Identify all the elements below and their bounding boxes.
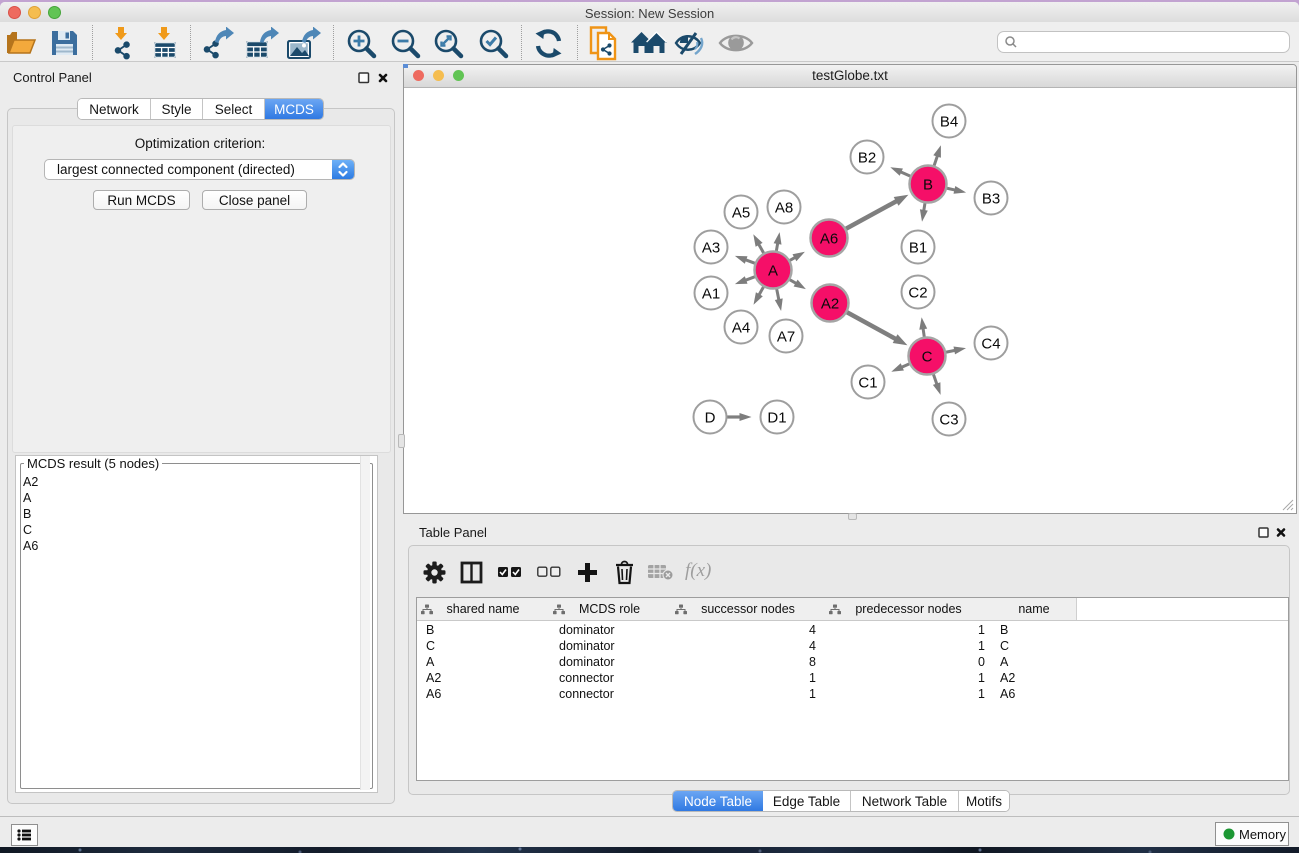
svg-text:B2: B2 — [858, 150, 876, 167]
svg-text:B: B — [923, 177, 933, 194]
svg-text:A6: A6 — [820, 231, 838, 248]
svg-text:A3: A3 — [702, 240, 720, 257]
svg-text:A: A — [768, 263, 778, 280]
svg-text:D: D — [705, 410, 716, 427]
svg-text:A8: A8 — [775, 200, 793, 217]
svg-text:B4: B4 — [940, 114, 958, 131]
svg-text:A4: A4 — [732, 320, 750, 337]
svg-text:A5: A5 — [732, 205, 750, 222]
svg-text:D1: D1 — [767, 410, 786, 427]
svg-text:C2: C2 — [908, 285, 927, 302]
svg-text:A7: A7 — [777, 329, 795, 346]
svg-text:A1: A1 — [702, 286, 720, 303]
svg-text:B1: B1 — [909, 240, 927, 257]
svg-text:C4: C4 — [981, 336, 1000, 353]
svg-text:B3: B3 — [982, 191, 1000, 208]
svg-text:C3: C3 — [939, 412, 958, 429]
svg-text:C1: C1 — [858, 375, 877, 392]
svg-text:C: C — [922, 349, 933, 366]
svg-text:A2: A2 — [821, 296, 839, 313]
